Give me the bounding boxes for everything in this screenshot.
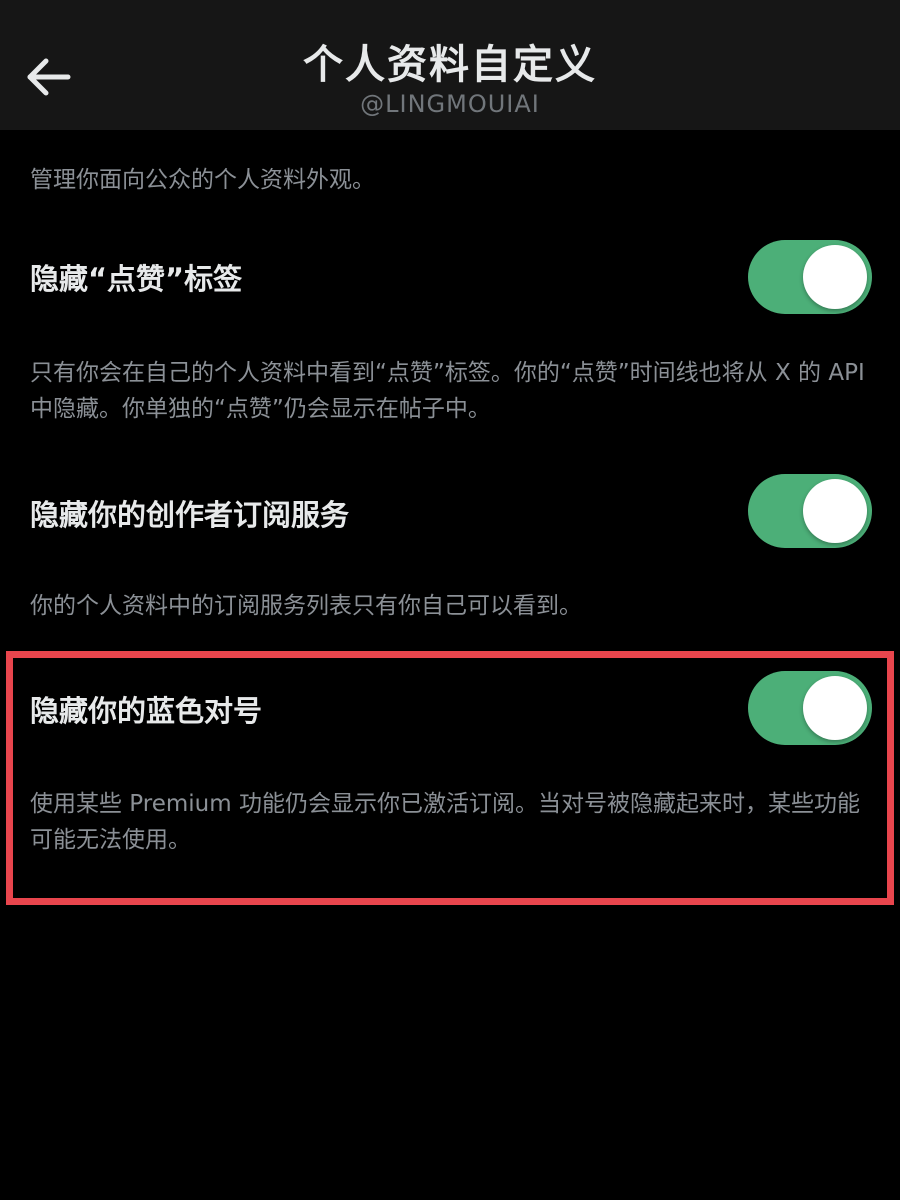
toggle-knob: [803, 479, 867, 543]
hide-likes-toggle[interactable]: [748, 240, 872, 314]
hide-subscriptions-toggle[interactable]: [748, 474, 872, 548]
intro-text: 管理你面向公众的个人资料外观。: [30, 167, 375, 193]
toggle-knob: [803, 245, 867, 309]
hide-checkmark-toggle[interactable]: [748, 671, 872, 745]
hide-likes-description: 只有你会在自己的个人资料中看到“点赞”标签。你的“点赞”时间线也将从 X 的 A…: [30, 360, 865, 422]
hide-checkmark-label: 隐藏你的蓝色对号: [30, 694, 263, 728]
toggle-knob: [803, 676, 867, 740]
page-title: 个人资料自定义: [303, 42, 597, 88]
hide-subscriptions-label: 隐藏你的创作者订阅服务: [30, 498, 350, 532]
hide-likes-label: 隐藏“点赞”标签: [30, 262, 243, 296]
hide-subscriptions-description: 你的个人资料中的订阅服务列表只有你自己可以看到。: [30, 593, 582, 619]
hide-checkmark-description: 使用某些 Premium 功能仍会显示你已激活订阅。当对号被隐藏起来时，某些功能…: [30, 791, 860, 853]
top-bar: 个人资料自定义 @LINGMOUIAI: [0, 0, 900, 130]
account-handle: @LINGMOUIAI: [360, 90, 540, 118]
